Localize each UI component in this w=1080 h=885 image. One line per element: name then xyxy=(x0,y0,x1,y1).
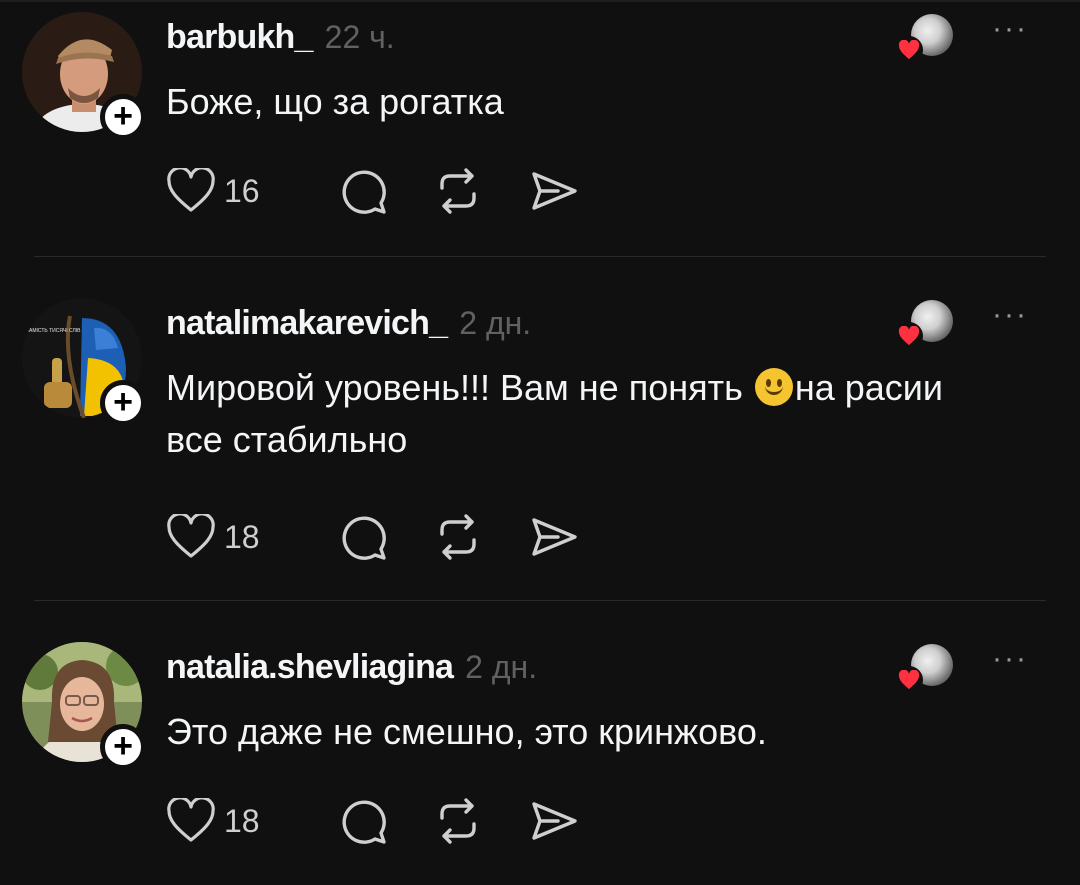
reply-text: Мировой уровень!!! Вам не понять на раси… xyxy=(166,362,946,466)
reply-text: Это даже не смешно, это кринжово. xyxy=(166,706,966,758)
red-heart-icon xyxy=(895,36,923,64)
heart-outline-icon xyxy=(167,798,215,842)
avatar-container[interactable]: + xyxy=(22,642,146,770)
comment-bubble-icon xyxy=(342,170,386,214)
username[interactable]: barbukh_ xyxy=(166,18,313,57)
heart-outline-icon xyxy=(167,168,215,212)
liked-by-author-indicator xyxy=(895,300,957,350)
comment-button[interactable] xyxy=(338,512,388,562)
share-button[interactable] xyxy=(528,512,580,562)
reply-header: natalia.shevliagina 2 дн. xyxy=(166,648,537,692)
reply-text-content: Боже, що за рогатка xyxy=(166,81,504,122)
more-dots-icon[interactable]: ··· xyxy=(992,298,1028,332)
divider xyxy=(34,600,1046,601)
more-dots-icon[interactable]: ··· xyxy=(992,642,1028,676)
username[interactable]: natalia.shevliagina xyxy=(166,648,454,687)
heart-outline-icon xyxy=(167,514,215,558)
like-button[interactable]: 16 xyxy=(166,168,260,214)
send-paper-plane-icon xyxy=(531,802,577,840)
thread-reply: + barbukh_ 22 ч. ··· Боже, що за рогатка… xyxy=(0,0,1080,258)
repost-button[interactable] xyxy=(432,796,484,846)
like-button[interactable]: 18 xyxy=(166,798,260,844)
liked-by-author-indicator xyxy=(895,644,957,694)
timestamp: 22 ч. xyxy=(324,19,395,55)
action-bar: 18 xyxy=(166,796,624,846)
reply-text-content: Это даже не смешно, это кринжово. xyxy=(166,711,767,752)
share-button[interactable] xyxy=(528,796,580,846)
like-count: 16 xyxy=(224,172,260,209)
follow-plus-icon[interactable]: + xyxy=(100,380,146,426)
like-button[interactable]: 18 xyxy=(166,514,260,560)
comment-bubble-icon xyxy=(342,516,386,560)
reply-header: barbukh_ 22 ч. xyxy=(166,18,395,62)
avatar-caption: ЗАМІСТЬ ТИСЯЧІ СЛІВ xyxy=(26,328,81,334)
comment-button[interactable] xyxy=(338,166,388,216)
repost-arrows-icon xyxy=(439,168,476,214)
slightly-smiling-face-icon xyxy=(754,368,793,406)
red-heart-icon xyxy=(895,322,923,350)
username[interactable]: natalimakarevich_ xyxy=(166,304,448,343)
reply-header: natalimakarevich_ 2 дн. xyxy=(166,304,531,348)
like-count: 18 xyxy=(224,518,260,555)
thread-reply: ЗАМІСТЬ ТИСЯЧІ СЛІВ + natalimakarevich_ … xyxy=(0,286,1080,600)
share-button[interactable] xyxy=(528,166,580,216)
follow-plus-icon[interactable]: + xyxy=(100,724,146,770)
follow-plus-icon[interactable]: + xyxy=(100,94,146,140)
like-count: 18 xyxy=(224,802,260,839)
repost-arrows-icon xyxy=(439,798,476,844)
reply-text: Боже, що за рогатка xyxy=(166,76,966,128)
comment-button[interactable] xyxy=(338,796,388,846)
liked-by-author-indicator xyxy=(895,14,957,64)
send-paper-plane-icon xyxy=(531,172,577,210)
divider xyxy=(34,256,1046,257)
more-dots-icon[interactable]: ··· xyxy=(992,12,1028,46)
repost-button[interactable] xyxy=(432,512,484,562)
timestamp: 2 дн. xyxy=(465,649,538,685)
red-heart-icon xyxy=(895,666,923,694)
avatar-container[interactable]: + xyxy=(22,12,146,140)
action-bar: 16 xyxy=(166,166,624,216)
reply-text-content: Мировой уровень!!! Вам не понять xyxy=(166,367,753,408)
avatar-container[interactable]: ЗАМІСТЬ ТИСЯЧІ СЛІВ + xyxy=(22,298,146,426)
action-bar: 18 xyxy=(166,512,624,562)
send-paper-plane-icon xyxy=(531,518,577,556)
repost-button[interactable] xyxy=(432,166,484,216)
thread-reply: + natalia.shevliagina 2 дн. ··· Это даже… xyxy=(0,630,1080,885)
repost-arrows-icon xyxy=(439,514,476,560)
timestamp: 2 дн. xyxy=(459,305,532,341)
comment-bubble-icon xyxy=(342,800,386,844)
